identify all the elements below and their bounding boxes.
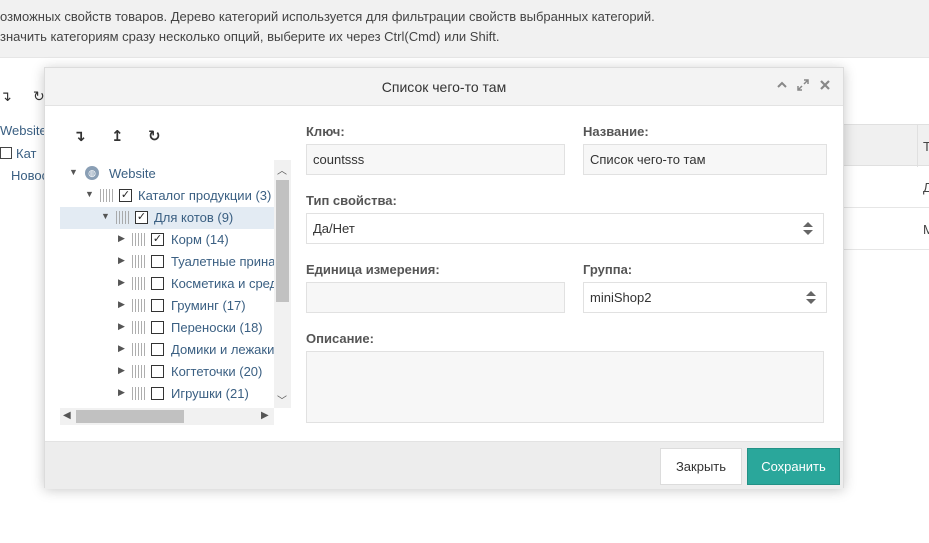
group-label: Группа: xyxy=(583,262,633,277)
expand-arrow-icon[interactable]: ▼ xyxy=(69,167,78,177)
tree-checkbox[interactable] xyxy=(151,299,164,312)
property-type-select[interactable]: Да/Нет xyxy=(306,213,824,244)
expand-arrow-icon[interactable]: ▼ xyxy=(101,211,110,221)
tree-checkbox[interactable] xyxy=(151,343,164,356)
collapsed-arrow-icon[interactable]: ▶ xyxy=(118,321,125,332)
save-button[interactable]: Сохранить xyxy=(747,448,840,485)
select-arrows-icon xyxy=(803,222,813,235)
collapsed-arrow-icon[interactable]: ▶ xyxy=(118,255,125,266)
drag-handle-icon[interactable] xyxy=(132,255,146,268)
bg-grid-header: Т xyxy=(843,124,929,167)
help-text-panel: озможных свойств товаров. Дерево категор… xyxy=(0,0,929,58)
tree-checkbox[interactable] xyxy=(151,321,164,334)
close-icon[interactable] xyxy=(819,78,831,94)
close-button[interactable]: Закрыть xyxy=(660,448,742,485)
drag-handle-icon[interactable] xyxy=(132,343,146,356)
name-input[interactable]: Список чего-то там xyxy=(583,144,827,175)
collapsed-arrow-icon[interactable]: ▶ xyxy=(118,343,125,354)
tree-horizontal-scrollbar[interactable]: ◀ ▶ xyxy=(60,408,274,425)
collapsed-arrow-icon[interactable]: ▶ xyxy=(118,299,125,310)
unit-input[interactable] xyxy=(306,282,565,313)
unit-label: Единица измерения: xyxy=(306,262,440,277)
tree-node-houses[interactable]: ▶ Домики и лежаки xyxy=(60,339,274,361)
tree-checkbox[interactable] xyxy=(151,365,164,378)
tree-node-toilet[interactable]: ▶ Туалетные принадлежности xyxy=(60,251,274,273)
tree-checkbox[interactable]: ✓ xyxy=(135,211,148,224)
key-label: Ключ: xyxy=(306,124,345,139)
property-dialog: Список чего-то там ↴ ↥ ↻ ▼ ◍ Website ▼ ✓… xyxy=(44,67,844,489)
collapsed-arrow-icon[interactable]: ▶ xyxy=(118,365,125,376)
tree-node-scratchers[interactable]: ▶ Когтеточки (20) xyxy=(60,361,274,383)
drag-handle-icon[interactable] xyxy=(132,299,146,312)
help-text-line-2: значить категориям сразу несколько опций… xyxy=(0,29,500,44)
drag-handle-icon[interactable] xyxy=(132,387,146,400)
tree-node-carriers[interactable]: ▶ Переноски (18) xyxy=(60,317,274,339)
help-text-line-1: озможных свойств товаров. Дерево категор… xyxy=(0,9,655,24)
bg-tree-item-catalog[interactable]: Кат xyxy=(0,146,36,161)
dialog-header[interactable]: Список чего-то там xyxy=(45,68,843,106)
drag-handle-icon[interactable] xyxy=(100,189,114,202)
scroll-down-icon[interactable]: ﹀ xyxy=(277,392,287,407)
tree-node-food[interactable]: ▶ ✓ Корм (14) xyxy=(60,229,274,251)
category-tree: ▼ ◍ Website ▼ ✓ Каталог продукции (3) ▼ … xyxy=(60,160,291,426)
globe-icon: ◍ xyxy=(85,166,99,180)
drag-handle-icon[interactable] xyxy=(116,211,130,224)
tree-node-cats[interactable]: ▼ ✓ Для котов (9) xyxy=(60,207,274,229)
tree-node-toys[interactable]: ▶ Игрушки (21) xyxy=(60,383,274,405)
maximize-icon[interactable] xyxy=(797,78,809,94)
description-textarea[interactable] xyxy=(306,351,824,423)
expand-arrow-icon[interactable]: ▼ xyxy=(85,189,94,199)
expand-all-icon[interactable]: ↴ xyxy=(73,127,86,145)
name-label: Название: xyxy=(583,124,649,139)
scroll-left-icon[interactable]: ◀ xyxy=(63,410,71,421)
dialog-footer: Закрыть Сохранить xyxy=(45,441,843,489)
description-label: Описание: xyxy=(306,331,374,346)
tree-checkbox[interactable] xyxy=(151,255,164,268)
scroll-up-icon[interactable]: ︿ xyxy=(277,162,287,177)
scroll-right-icon[interactable]: ▶ xyxy=(261,410,269,421)
collapse-icon[interactable] xyxy=(776,78,788,94)
tree-node-cosmetics[interactable]: ▶ Косметика и средства xyxy=(60,273,274,295)
scroll-thumb[interactable] xyxy=(76,410,184,423)
collapsed-arrow-icon[interactable]: ▶ xyxy=(118,233,125,244)
property-type-label: Тип свойства: xyxy=(306,193,397,208)
refresh-icon[interactable]: ↻ xyxy=(148,127,161,145)
bg-tree-item-website[interactable]: Website xyxy=(0,123,47,138)
scroll-thumb[interactable] xyxy=(276,180,289,302)
drag-handle-icon[interactable] xyxy=(132,277,146,290)
key-input[interactable]: countsss xyxy=(306,144,565,175)
drag-handle-icon[interactable] xyxy=(132,321,146,334)
tree-node-website[interactable]: ▼ ◍ Website xyxy=(60,163,274,185)
bg-grid-row[interactable]: Д xyxy=(843,166,929,208)
collapsed-arrow-icon[interactable]: ▶ xyxy=(118,387,125,398)
group-select[interactable]: miniShop2 xyxy=(583,282,827,313)
tree-node-catalog[interactable]: ▼ ✓ Каталог продукции (3) xyxy=(60,185,274,207)
bg-tree-item-news[interactable]: Новос xyxy=(11,168,48,183)
tree-node-grooming[interactable]: ▶ Груминг (17) xyxy=(60,295,274,317)
tree-checkbox[interactable] xyxy=(151,387,164,400)
dialog-title: Список чего-то там xyxy=(381,79,507,95)
bg-grid-row[interactable]: М xyxy=(843,208,929,250)
drag-handle-icon[interactable] xyxy=(132,365,146,378)
bg-refresh-icon[interactable]: ↻ xyxy=(33,88,45,105)
tree-vertical-scrollbar[interactable]: ︿ ﹀ xyxy=(274,160,291,408)
tree-checkbox[interactable]: ✓ xyxy=(119,189,132,202)
collapsed-arrow-icon[interactable]: ▶ xyxy=(118,277,125,288)
collapse-all-icon[interactable]: ↥ xyxy=(111,127,124,145)
tree-checkbox[interactable]: ✓ xyxy=(151,233,164,246)
drag-handle-icon[interactable] xyxy=(132,233,146,246)
bg-expand-icon[interactable]: ↴ xyxy=(0,88,12,105)
checkbox[interactable] xyxy=(0,147,12,159)
tree-checkbox[interactable] xyxy=(151,277,164,290)
bg-grid-header-label: Т xyxy=(923,139,929,154)
select-arrows-icon xyxy=(806,291,816,304)
